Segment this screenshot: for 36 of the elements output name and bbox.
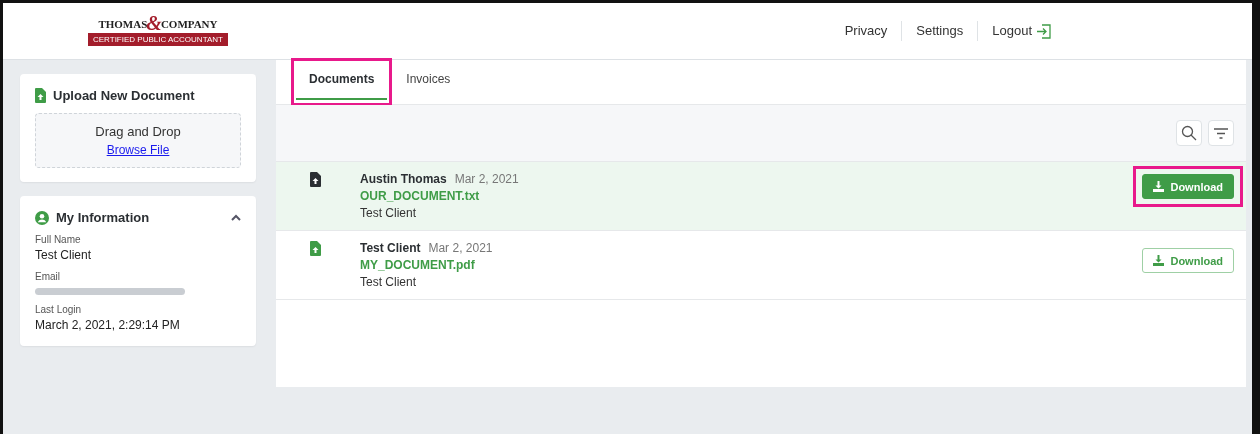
company-logo[interactable]: THOMAS&COMPANY CERTIFIED PUBLIC ACCOUNTANT	[88, 16, 228, 46]
upload-date: Mar 2, 2021	[454, 172, 519, 186]
file-upload-icon	[310, 241, 321, 256]
field-label: Full Name	[35, 234, 82, 245]
nav-link[interactable]: Logout	[977, 21, 1066, 41]
client-name: Test Client	[360, 275, 418, 289]
collapse-toggle[interactable]	[231, 214, 241, 221]
download-button[interactable]: Download	[1142, 248, 1234, 273]
chevron-icon	[231, 214, 241, 221]
user-icon	[35, 210, 49, 225]
file-upload-icon	[310, 172, 321, 187]
drop-text: Drag and Drop	[95, 124, 181, 139]
tab[interactable]: Invoices	[393, 60, 464, 100]
logout-icon	[1036, 23, 1052, 39]
author-name: Test Client	[360, 241, 421, 255]
tab[interactable]: Documents	[296, 60, 388, 100]
file-upload-icon	[35, 88, 46, 103]
filter-icon	[1213, 127, 1229, 139]
search-button[interactable]	[1176, 120, 1202, 146]
drop-zone[interactable]: Drag and Drop Browse File	[35, 113, 241, 168]
nav-link[interactable]: Settings	[901, 21, 978, 41]
client-name: Test Client	[360, 206, 418, 220]
search-icon	[1181, 125, 1197, 141]
card-title: Upload New Document	[53, 88, 195, 103]
download-icon	[1153, 255, 1165, 266]
nav-link[interactable]: Privacy	[830, 21, 902, 41]
browse-link[interactable]: Browse File	[106, 143, 170, 157]
card-title: My Information	[56, 210, 150, 225]
field-label: Email	[35, 271, 61, 282]
field-label: Last Login	[35, 304, 83, 315]
filter-button[interactable]	[1208, 120, 1234, 146]
author-name: Austin Thomas	[360, 172, 447, 186]
download-icon	[1153, 181, 1165, 192]
field-value: March 2, 2021, 2:29:14 PM	[35, 318, 181, 332]
field-value: Test Client	[35, 248, 93, 262]
upload-date: Mar 2, 2021	[428, 241, 493, 255]
